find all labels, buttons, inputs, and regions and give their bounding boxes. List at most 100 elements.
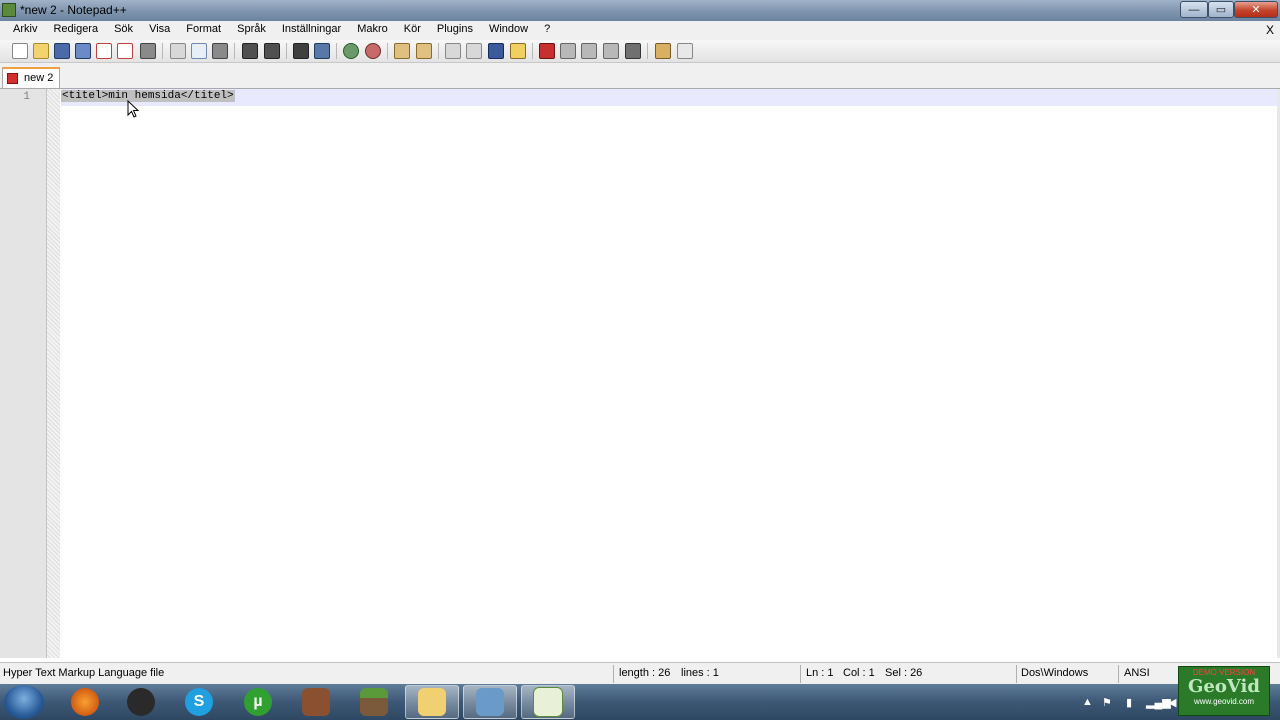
toolbar [0,40,1280,63]
toolbar-separator [336,43,337,59]
unsaved-file-icon [7,73,18,84]
toolbar-separator [647,43,648,59]
copy-icon[interactable] [191,43,207,59]
menu-plugins[interactable]: Plugins [429,23,481,35]
action-center-flag-icon[interactable]: ⚑ [1102,696,1112,709]
menu-arkiv[interactable]: Arkiv [5,23,45,35]
start-button[interactable] [4,685,44,719]
status-line-number: Ln : 1 [806,667,834,679]
menu-sprak[interactable]: Språk [229,23,274,35]
toolbar-separator [532,43,533,59]
close-file-icon[interactable] [96,43,112,59]
taskbar-firefox[interactable] [58,685,112,719]
paste-icon[interactable] [212,43,228,59]
tab-strip: new 2 [0,63,1280,89]
taskbar-minecraft[interactable] [347,685,401,719]
toolbar-separator [438,43,439,59]
taskbar-network-app[interactable] [463,685,517,719]
code-line-1[interactable]: <titel>min hemsida</titel> [61,90,235,102]
menu-bar: Arkiv Redigera Sök Visa Format Språk Ins… [0,21,1280,40]
title-bar[interactable]: *new 2 - Notepad++ — ▭ ✕ [0,0,1280,21]
print-icon[interactable] [140,43,156,59]
volume-icon[interactable]: ◀ [1168,696,1176,709]
zoom-out-icon[interactable] [365,43,381,59]
open-file-icon[interactable] [33,43,49,59]
save-all-icon[interactable] [75,43,91,59]
close-document-button[interactable]: X [1266,23,1274,37]
plugin-icon[interactable] [655,43,671,59]
maximize-button[interactable]: ▭ [1208,1,1234,18]
run-macro-multiple-icon[interactable] [603,43,619,59]
explorer-icon [418,688,446,716]
network-signal-icon[interactable]: ▂▄▆ [1146,696,1171,709]
editor-area[interactable]: <titel>min hemsida</titel> [61,89,1277,658]
status-selection: Sel : 26 [885,667,923,679]
status-encoding: ANSI [1124,667,1150,679]
notepadpp-app-icon[interactable] [2,3,16,17]
record-macro-icon[interactable] [539,43,555,59]
menu-format[interactable]: Format [178,23,229,35]
minimize-button[interactable]: — [1180,1,1208,18]
save-icon[interactable] [54,43,70,59]
show-hidden-icons-icon[interactable]: ▲ [1082,696,1093,708]
taskbar-utorrent[interactable]: µ [231,685,285,719]
taskbar-notepadpp[interactable] [521,685,575,719]
cut-icon[interactable] [170,43,186,59]
toolbar-separator [162,43,163,59]
menu-help[interactable]: ? [536,23,558,35]
menu-redigera[interactable]: Redigera [45,23,106,35]
menu-makro[interactable]: Makro [349,23,396,35]
tab-new-2[interactable]: new 2 [2,67,60,88]
status-bar: Hyper Text Markup Language file length :… [0,662,1280,685]
new-file-icon[interactable] [12,43,28,59]
game-icon [302,688,330,716]
save-macro-icon[interactable] [625,43,641,59]
taskbar-game[interactable] [289,685,343,719]
network-app-icon [476,688,504,716]
taskbar-steam[interactable] [114,685,168,719]
close-all-icon[interactable] [117,43,133,59]
user-language-icon[interactable] [510,43,526,59]
status-eol-format: Dos\Windows [1021,667,1089,679]
status-lines: lines : 1 [681,667,719,679]
minecraft-icon [360,688,388,716]
battery-icon[interactable]: ▮ [1126,696,1132,709]
line-number: 1 [23,91,30,103]
replace-icon[interactable] [314,43,330,59]
status-column: Col : 1 [843,667,875,679]
status-length: length : 26 [619,667,671,679]
menu-sok[interactable]: Sök [106,23,141,35]
stop-macro-icon[interactable] [560,43,576,59]
utorrent-icon: µ [244,688,272,716]
watermark-logo: DEMO VERSION GeoVid www.geovid.com [1178,666,1270,716]
menu-installningar[interactable]: Inställningar [274,23,349,35]
taskbar-skype[interactable]: S [172,685,226,719]
indent-guide-icon[interactable] [488,43,504,59]
close-button[interactable]: ✕ [1234,1,1278,18]
menu-window[interactable]: Window [481,23,536,35]
sync-horizontal-icon[interactable] [416,43,432,59]
fold-margin[interactable] [47,89,60,658]
zoom-in-icon[interactable] [343,43,359,59]
redo-icon[interactable] [264,43,280,59]
sync-vertical-icon[interactable] [394,43,410,59]
show-all-chars-icon[interactable] [466,43,482,59]
play-macro-icon[interactable] [581,43,597,59]
steam-icon [127,688,155,716]
watermark-url: www.geovid.com [1193,697,1255,706]
undo-icon[interactable] [242,43,258,59]
toolbar-separator [387,43,388,59]
watermark-brand: GeoVid [1188,676,1260,697]
toolbar-separator [286,43,287,59]
spell-check-icon[interactable] [677,43,693,59]
find-icon[interactable] [293,43,309,59]
mouse-pointer-icon [127,100,139,118]
taskbar-explorer[interactable] [405,685,459,719]
menu-kor[interactable]: Kör [396,23,429,35]
window-title: *new 2 - Notepad++ [20,3,127,17]
menu-visa[interactable]: Visa [141,23,178,35]
skype-icon: S [185,688,213,716]
line-number-margin: 1 [0,89,47,658]
status-separator [1016,665,1017,683]
word-wrap-icon[interactable] [445,43,461,59]
